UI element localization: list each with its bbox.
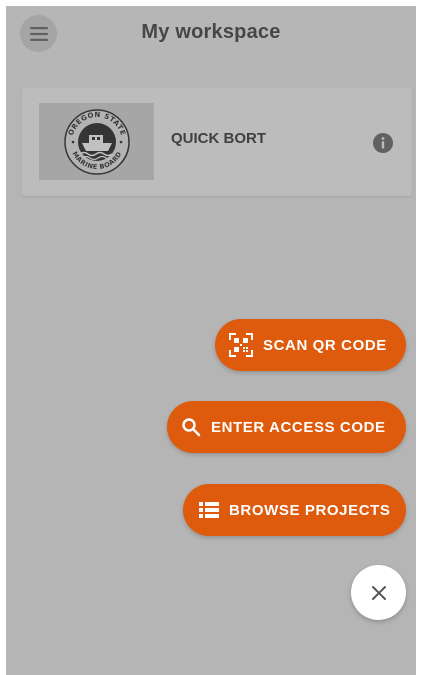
enter-access-code-label: ENTER ACCESS CODE	[211, 418, 386, 436]
scan-qr-code-button[interactable]: SCAN QR CODE	[215, 319, 406, 371]
browse-projects-button[interactable]: BROWSE PROJECTS	[183, 484, 406, 536]
enter-access-code-button[interactable]: ENTER ACCESS CODE	[167, 401, 406, 453]
list-icon	[199, 501, 219, 519]
close-icon	[371, 585, 386, 600]
close-fab-button[interactable]	[351, 565, 406, 620]
scan-qr-code-label: SCAN QR CODE	[263, 336, 387, 354]
browse-projects-label: BROWSE PROJECTS	[229, 501, 391, 519]
app-screen: My workspace OREGON STATE MARINE BOARD Q…	[6, 6, 416, 675]
qr-scan-icon	[229, 333, 253, 357]
search-icon	[181, 417, 201, 437]
